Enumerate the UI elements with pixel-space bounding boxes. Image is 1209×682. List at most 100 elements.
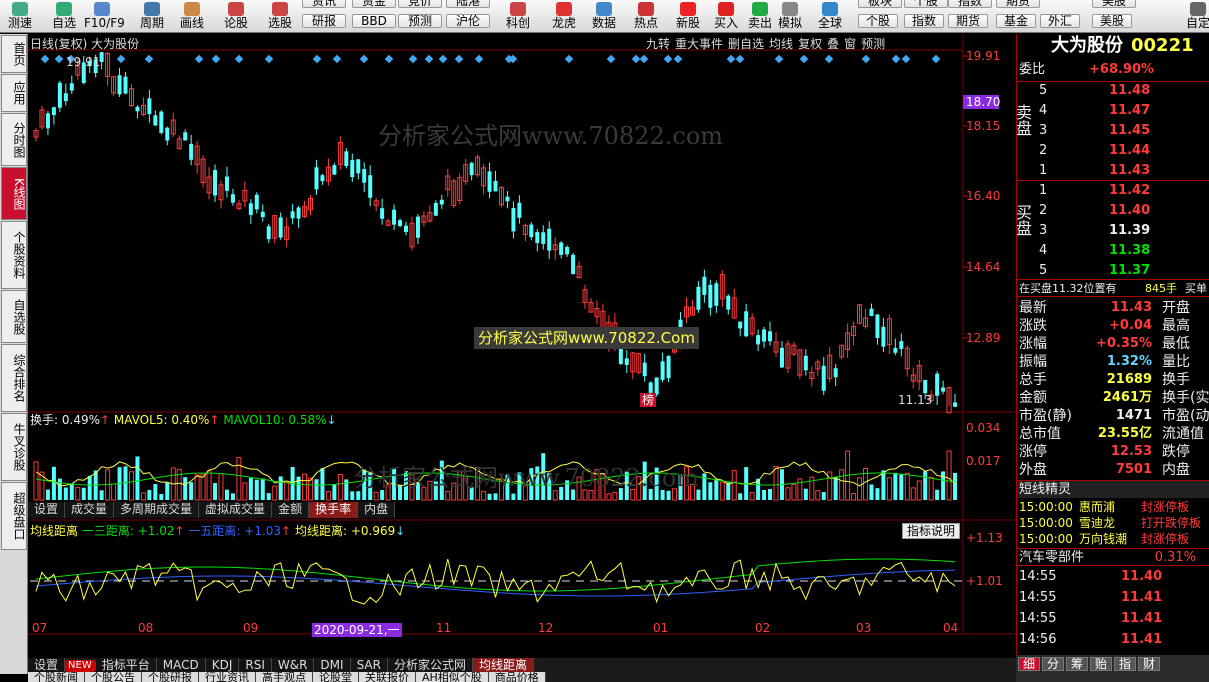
leftnav-item-2[interactable]: 分时图 [1, 113, 27, 166]
toolbar-top-8-button[interactable]: 美股 [1092, 0, 1136, 8]
indicator-help-button[interactable]: 指标说明 [902, 523, 961, 539]
x-axis-label: 12 [538, 621, 553, 635]
leftnav-item-3[interactable]: K线图 [1, 167, 27, 220]
toolbar-clock-button[interactable]: 测速 [2, 0, 38, 32]
toolbar-3-button[interactable]: 沪伦 [446, 14, 490, 28]
news-tab-0[interactable]: 个股新闻 [28, 672, 85, 682]
sell-level-3[interactable]: 3 11.45 [1017, 122, 1209, 140]
quote-tab-3[interactable]: 贻 [1090, 657, 1112, 671]
toolbar-7-button[interactable]: 基金 [996, 14, 1036, 28]
toolbar-tiger-button[interactable]: 龙虎 [546, 0, 582, 32]
buy-level-4[interactable]: 4 11.38 [1017, 242, 1209, 260]
toolbar-document-button[interactable]: F10/F9 [84, 0, 125, 32]
leftnav-item-4[interactable]: 个股资料 [1, 221, 27, 289]
turnover-bar [821, 492, 826, 500]
chart-tool-6[interactable]: 窗 [844, 37, 856, 51]
quote-tab-5[interactable]: 财 [1138, 657, 1160, 671]
chart-tool-4[interactable]: 复权 [798, 37, 822, 51]
toolbar-chip-button[interactable]: 科创 [500, 0, 536, 32]
news-tab-7[interactable]: AH相似个股 [416, 672, 489, 682]
buy-level-1[interactable]: 1 11.42 [1017, 182, 1209, 200]
toolbar-top-1-button[interactable]: 资金 [352, 0, 396, 8]
leftnav-item-8[interactable]: 超级盘口 [1, 482, 27, 550]
sector-row[interactable]: 汽车零部件 0.31% [1017, 548, 1209, 566]
toolbar-top-5-button[interactable]: 个股 [904, 0, 948, 8]
toolbar-custom-button[interactable]: 自定 [1180, 0, 1209, 32]
quote-tab-1[interactable]: 分 [1042, 657, 1064, 671]
volume-tab-5[interactable]: 换手率 [309, 502, 359, 518]
dragon-tiger-marker[interactable]: 榜 [640, 393, 657, 407]
leftnav-item-6[interactable]: 综合排名 [1, 344, 27, 412]
toolbar-sim-button[interactable]: 模拟 [772, 0, 808, 32]
toolbar-0-button[interactable]: 研报 [302, 14, 346, 28]
toolbar-chat-button[interactable]: 论股 [218, 0, 254, 32]
sprite-row-0[interactable]: 15:00:00 惠而浦 封涨停板 [1017, 499, 1209, 515]
toolbar-4-button[interactable]: 个股 [858, 14, 898, 28]
buy-level-2[interactable]: 2 11.40 [1017, 202, 1209, 220]
toolbar-buy-button[interactable]: 买入 [708, 0, 744, 32]
toolbar-1-button[interactable]: BBD [352, 14, 396, 28]
sell-level-1[interactable]: 1 11.43 [1017, 162, 1209, 180]
chart-tool-0[interactable]: 九转 [646, 37, 670, 51]
toolbar-6-button[interactable]: 期货 [948, 14, 988, 28]
news-tab-2[interactable]: 个股研报 [142, 672, 199, 682]
toolbar-top-2-button[interactable]: 竞价 [398, 0, 442, 8]
toolbar-data-button[interactable]: 数据 [586, 0, 622, 32]
toolbar-globe-button[interactable]: 全球 [812, 0, 848, 32]
toolbar-button-label: 龙虎 [551, 16, 576, 30]
volume-tab-4[interactable]: 金额 [272, 502, 310, 518]
toolbar-star-button[interactable]: 自选 [46, 0, 82, 32]
toolbar-top-6-button[interactable]: 指数 [948, 0, 992, 8]
toolbar-top-3-button[interactable]: 陆港 [446, 0, 490, 8]
chart-tool-1[interactable]: 重大事件 [675, 37, 723, 51]
toolbar-filter-button[interactable]: 选股 [262, 0, 298, 32]
news-tab-1[interactable]: 个股公告 [85, 672, 142, 682]
buy-level-3[interactable]: 3 11.39 [1017, 222, 1209, 240]
leftnav-item-5[interactable]: 自选股 [1, 290, 27, 343]
candle-body [165, 127, 170, 141]
volume-tab-0[interactable]: 设置 [28, 502, 66, 518]
toolbar-new-button[interactable]: 新股 [670, 0, 706, 32]
sell-level-2[interactable]: 2 11.44 [1017, 142, 1209, 160]
toolbar-fire-button[interactable]: 热点 [628, 0, 664, 32]
news-tab-6[interactable]: 关联报价 [359, 672, 416, 682]
toolbar-top-4-button[interactable]: 板块 [858, 0, 902, 8]
leftnav-item-7[interactable]: 牛叉诊股 [1, 413, 27, 481]
weibi-value: +68.90% [1089, 62, 1155, 77]
news-tab-3[interactable]: 行业资讯 [199, 672, 256, 682]
volume-tab-6[interactable]: 内盘 [358, 502, 396, 518]
toolbar-2-button[interactable]: 预测 [398, 14, 442, 28]
chart-tool-2[interactable]: 删自选 [728, 37, 764, 51]
leftnav-item-1[interactable]: 应用 [1, 74, 27, 112]
toolbar-8-button[interactable]: 外汇 [1040, 14, 1080, 28]
toolbar-top-0-button[interactable]: 资讯 [302, 0, 346, 8]
news-tab-5[interactable]: 论股堂 [313, 672, 359, 682]
buy-price: 11.37 [1109, 263, 1151, 278]
quote-tab-0[interactable]: 细 [1018, 657, 1040, 671]
sell-level-5[interactable]: 5 11.48 [1017, 82, 1209, 100]
toolbar-pen-button[interactable]: 画线 [174, 0, 210, 32]
toolbar-clock-button[interactable]: 周期 [134, 0, 170, 32]
quote-tab-2[interactable]: 筹 [1066, 657, 1088, 671]
buy-level-5[interactable]: 5 11.37 [1017, 262, 1209, 280]
indicator-tab-1[interactable]: NEW [65, 660, 96, 672]
candle-body [296, 207, 301, 219]
toolbar-top-7-button[interactable]: 期货 [996, 0, 1040, 8]
news-tab-4[interactable]: 高手观点 [256, 672, 313, 682]
sell-level-4[interactable]: 4 11.47 [1017, 102, 1209, 120]
toolbar-9-button[interactable]: 美股 [1092, 14, 1132, 28]
leftnav-item-0[interactable]: 首页 [1, 35, 27, 73]
volume-tab-2[interactable]: 多周期成交量 [114, 502, 200, 518]
volume-tab-1[interactable]: 成交量 [65, 502, 115, 518]
chart-tool-7[interactable]: 预测 [861, 37, 885, 51]
toolbar-5-button[interactable]: 指数 [904, 14, 944, 28]
news-tab-8[interactable]: 商品价格 [488, 672, 546, 682]
chart-tool-5[interactable]: 叠 [827, 37, 839, 51]
sprite-row-2[interactable]: 15:00:00 万向钱潮 封涨停板 [1017, 531, 1209, 547]
volume-tab-3[interactable]: 虚拟成交量 [199, 502, 273, 518]
candle-body [744, 311, 749, 337]
candle-body [183, 132, 188, 141]
quote-tab-4[interactable]: 指 [1114, 657, 1136, 671]
chart-tool-3[interactable]: 均线 [769, 37, 793, 51]
sprite-row-1[interactable]: 15:00:00 雪迪龙 打开跌停板 [1017, 515, 1209, 531]
